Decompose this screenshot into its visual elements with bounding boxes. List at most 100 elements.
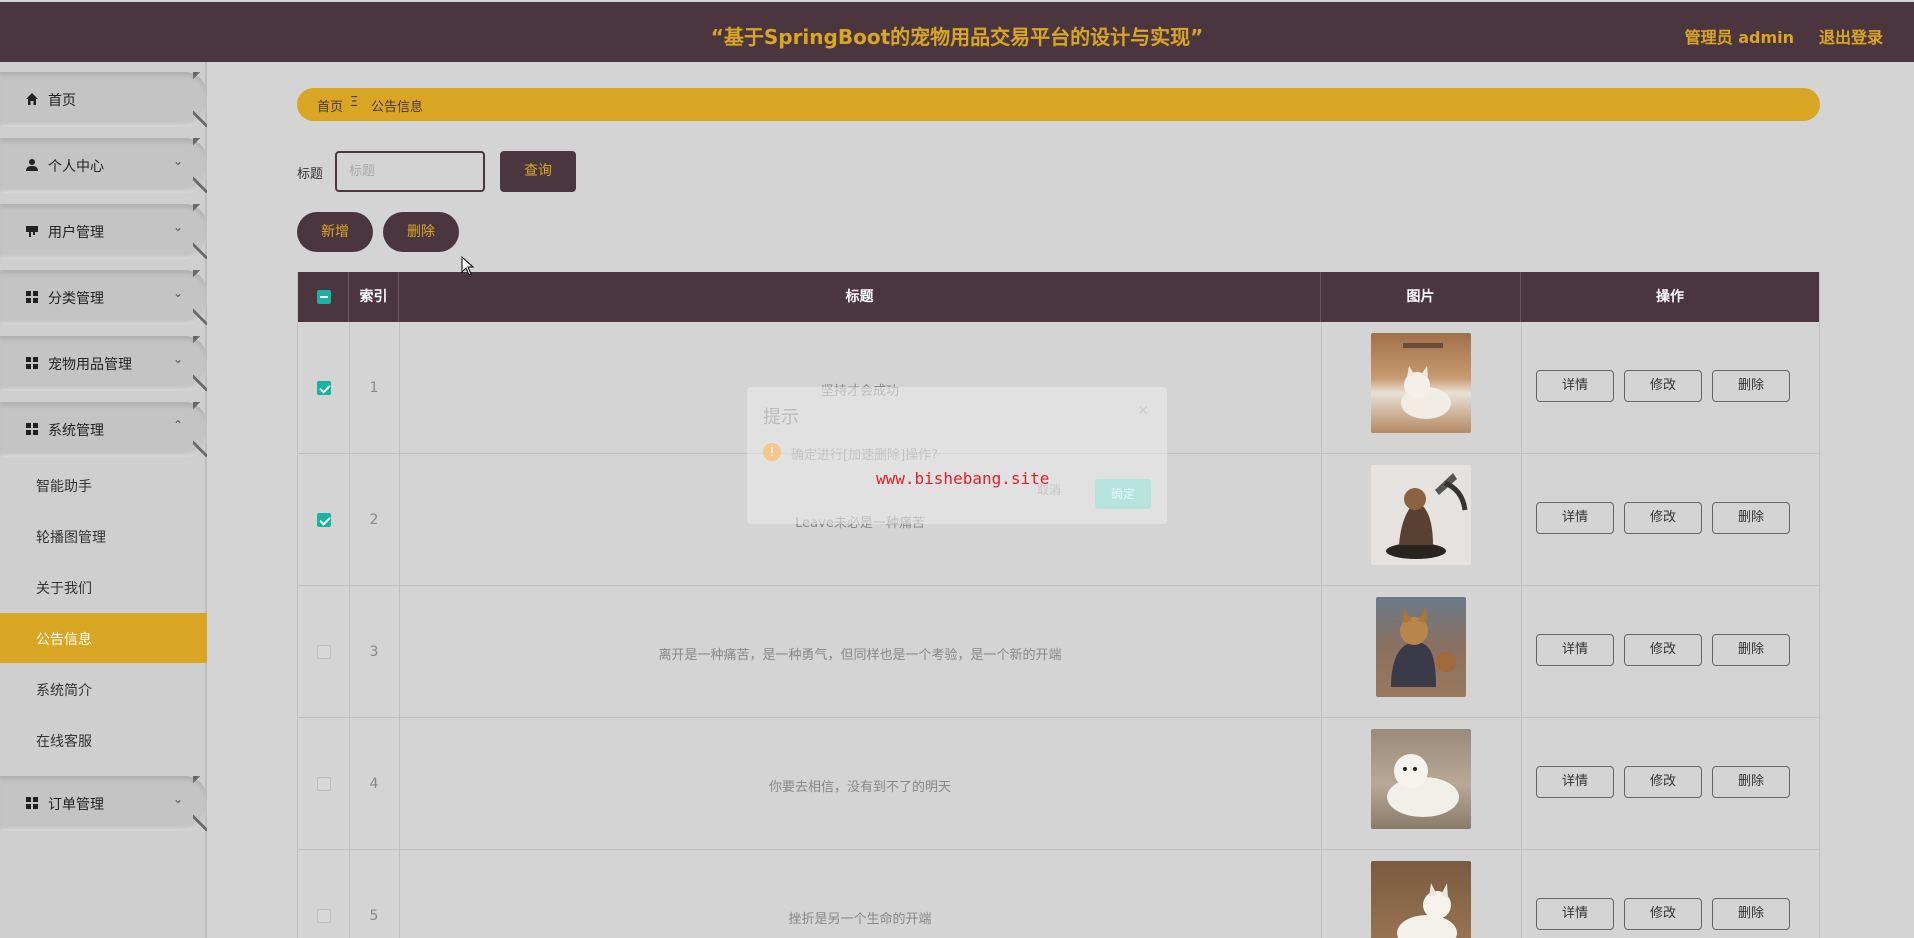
- sidebar-item-pet-products[interactable]: 宠物用品管理 ⌄: [0, 336, 207, 391]
- confirm-dialog: 提示 ✕ ! 确定进行[加速删除]操作? 取消 确定: [747, 387, 1167, 524]
- row-index: 3: [369, 644, 379, 660]
- sidebar-subitem-support[interactable]: 在线客服: [0, 715, 207, 765]
- user-manage-icon: [24, 224, 40, 240]
- query-button[interactable]: 查询: [500, 151, 576, 192]
- sidebar-item-profile[interactable]: 个人中心 ⌄: [0, 138, 207, 193]
- grid-icon: [24, 422, 40, 438]
- search-label: 标题: [297, 167, 324, 182]
- sidebar-subitem-announcements[interactable]: 公告信息: [0, 613, 207, 663]
- close-icon[interactable]: ✕: [1137, 403, 1149, 419]
- sidebar-subitem-label: 智能助手: [36, 479, 92, 495]
- detail-button[interactable]: 详情: [1536, 898, 1614, 930]
- edit-button[interactable]: 修改: [1624, 502, 1702, 534]
- dialog-message: 确定进行[加速删除]操作?: [791, 448, 939, 463]
- sidebar-subitem-label: 系统简介: [36, 683, 92, 699]
- delete-button[interactable]: 删除: [1712, 898, 1790, 930]
- row-title: 离开是一种痛苦，是一种勇气，但同样也是一个考验，是一个新的开端: [658, 648, 1062, 663]
- column-header-title: 标题: [399, 272, 1321, 322]
- table-row: 5 挫折是另一个生命的开端 详情 修改 删除: [298, 850, 1819, 938]
- chevron-up-icon: ⌃: [172, 418, 183, 432]
- sidebar-item-label: 用户管理: [48, 225, 104, 241]
- breadcrumb-current: 公告信息: [371, 100, 424, 115]
- sidebar-item-system[interactable]: 系统管理 ⌃: [0, 402, 207, 457]
- sidebar-subitem-assistant[interactable]: 智能助手: [0, 460, 207, 510]
- row-image: [1371, 333, 1471, 433]
- table-row: 3 离开是一种痛苦，是一种勇气，但同样也是一个考验，是一个新的开端 详情 修改 …: [298, 586, 1819, 718]
- breadcrumb-home[interactable]: 首页: [317, 96, 343, 115]
- logout-button[interactable]: 退出登录: [1819, 24, 1883, 48]
- sidebar-item-label: 个人中心: [48, 159, 104, 175]
- mouse-cursor-icon: [461, 256, 475, 276]
- sidebar-subitem-label: 关于我们: [36, 581, 92, 597]
- select-all-checkbox[interactable]: [317, 290, 331, 304]
- delete-button[interactable]: 删除: [1712, 502, 1790, 534]
- sidebar-subitem-carousel[interactable]: 轮播图管理: [0, 511, 207, 561]
- row-image: [1371, 861, 1471, 938]
- chevron-down-icon: ⌄: [172, 154, 183, 168]
- current-user-label: 管理员 admin: [1684, 28, 1794, 47]
- row-index: 2: [369, 512, 379, 528]
- row-index: 4: [369, 776, 379, 792]
- row-image: [1376, 597, 1466, 697]
- edit-button[interactable]: 修改: [1624, 898, 1702, 930]
- detail-button[interactable]: 详情: [1536, 634, 1614, 666]
- sidebar-item-home[interactable]: 首页: [0, 72, 207, 127]
- chevron-down-icon: ⌄: [172, 792, 183, 806]
- sidebar-item-label: 系统管理: [48, 423, 104, 439]
- dialog-title: 提示: [763, 407, 799, 428]
- edit-button[interactable]: 修改: [1624, 766, 1702, 798]
- sidebar-item-label: 分类管理: [48, 291, 104, 307]
- sidebar-item-label: 订单管理: [48, 797, 104, 813]
- sidebar-subitem-intro[interactable]: 系统简介: [0, 664, 207, 714]
- watermark: www.bishebang.site: [876, 469, 1050, 488]
- app-title: “基于SpringBoot的宠物用品交易平台的设计与实现”: [710, 25, 1204, 49]
- grid-icon: [24, 796, 40, 812]
- chevron-down-icon: ⌄: [172, 352, 183, 366]
- home-icon: [24, 92, 40, 108]
- row-checkbox[interactable]: [317, 909, 331, 923]
- row-checkbox[interactable]: [317, 381, 331, 395]
- column-header-index: 索引: [349, 272, 399, 322]
- batch-delete-button[interactable]: 删除: [383, 212, 459, 252]
- sidebar-item-users[interactable]: 用户管理 ⌄: [0, 204, 207, 259]
- search-input[interactable]: [335, 151, 485, 192]
- sidebar-subitem-label: 在线客服: [36, 734, 92, 750]
- breadcrumb: 首页 Ξ 公告信息: [297, 88, 1820, 121]
- detail-button[interactable]: 详情: [1536, 370, 1614, 402]
- row-checkbox[interactable]: [317, 513, 331, 527]
- row-checkbox[interactable]: [317, 777, 331, 791]
- column-header-actions: 操作: [1656, 289, 1684, 305]
- sidebar-item-label: 宠物用品管理: [48, 357, 132, 373]
- detail-button[interactable]: 详情: [1536, 502, 1614, 534]
- warning-icon: !: [763, 443, 781, 461]
- person-icon: [24, 158, 40, 174]
- delete-button[interactable]: 删除: [1712, 370, 1790, 402]
- delete-button[interactable]: 删除: [1712, 634, 1790, 666]
- add-button[interactable]: 新增: [297, 212, 373, 252]
- row-index: 1: [369, 380, 379, 396]
- sidebar-item-label: 首页: [48, 93, 76, 109]
- select-all-cell: [298, 272, 349, 322]
- sidebar-item-categories[interactable]: 分类管理 ⌄: [0, 270, 207, 325]
- grid-icon: [24, 356, 40, 372]
- detail-button[interactable]: 详情: [1536, 766, 1614, 798]
- sidebar: 首页 个人中心 ⌄ 用户管理 ⌄ 分类管理 ⌄ 宠物用品管理 ⌄ 系统管理 ⌃ …: [0, 62, 207, 938]
- sidebar-item-orders[interactable]: 订单管理 ⌄: [0, 776, 207, 831]
- sidebar-subitem-about[interactable]: 关于我们: [0, 562, 207, 612]
- row-index: 5: [369, 908, 379, 924]
- row-checkbox[interactable]: [317, 645, 331, 659]
- breadcrumb-separator: Ξ: [350, 95, 359, 110]
- sidebar-subitem-label: 轮播图管理: [36, 530, 106, 546]
- table-row: 4 你要去相信，没有到不了的明天 详情 修改 删除: [298, 718, 1819, 850]
- edit-button[interactable]: 修改: [1624, 634, 1702, 666]
- delete-button[interactable]: 删除: [1712, 766, 1790, 798]
- chevron-down-icon: ⌄: [172, 286, 183, 300]
- dialog-confirm-button[interactable]: 确定: [1095, 479, 1151, 509]
- announcement-table: 索引 标题 图片 操作 1 坚持才会成功 详情 修改 删除 2 Leave未必是…: [297, 272, 1820, 938]
- row-title: 你要去相信，没有到不了的明天: [768, 780, 951, 795]
- edit-button[interactable]: 修改: [1624, 370, 1702, 402]
- table-header: 索引 标题 图片 操作: [298, 272, 1819, 322]
- chevron-down-icon: ⌄: [172, 220, 183, 234]
- sidebar-subitem-label: 公告信息: [36, 632, 92, 648]
- row-image: [1371, 729, 1471, 829]
